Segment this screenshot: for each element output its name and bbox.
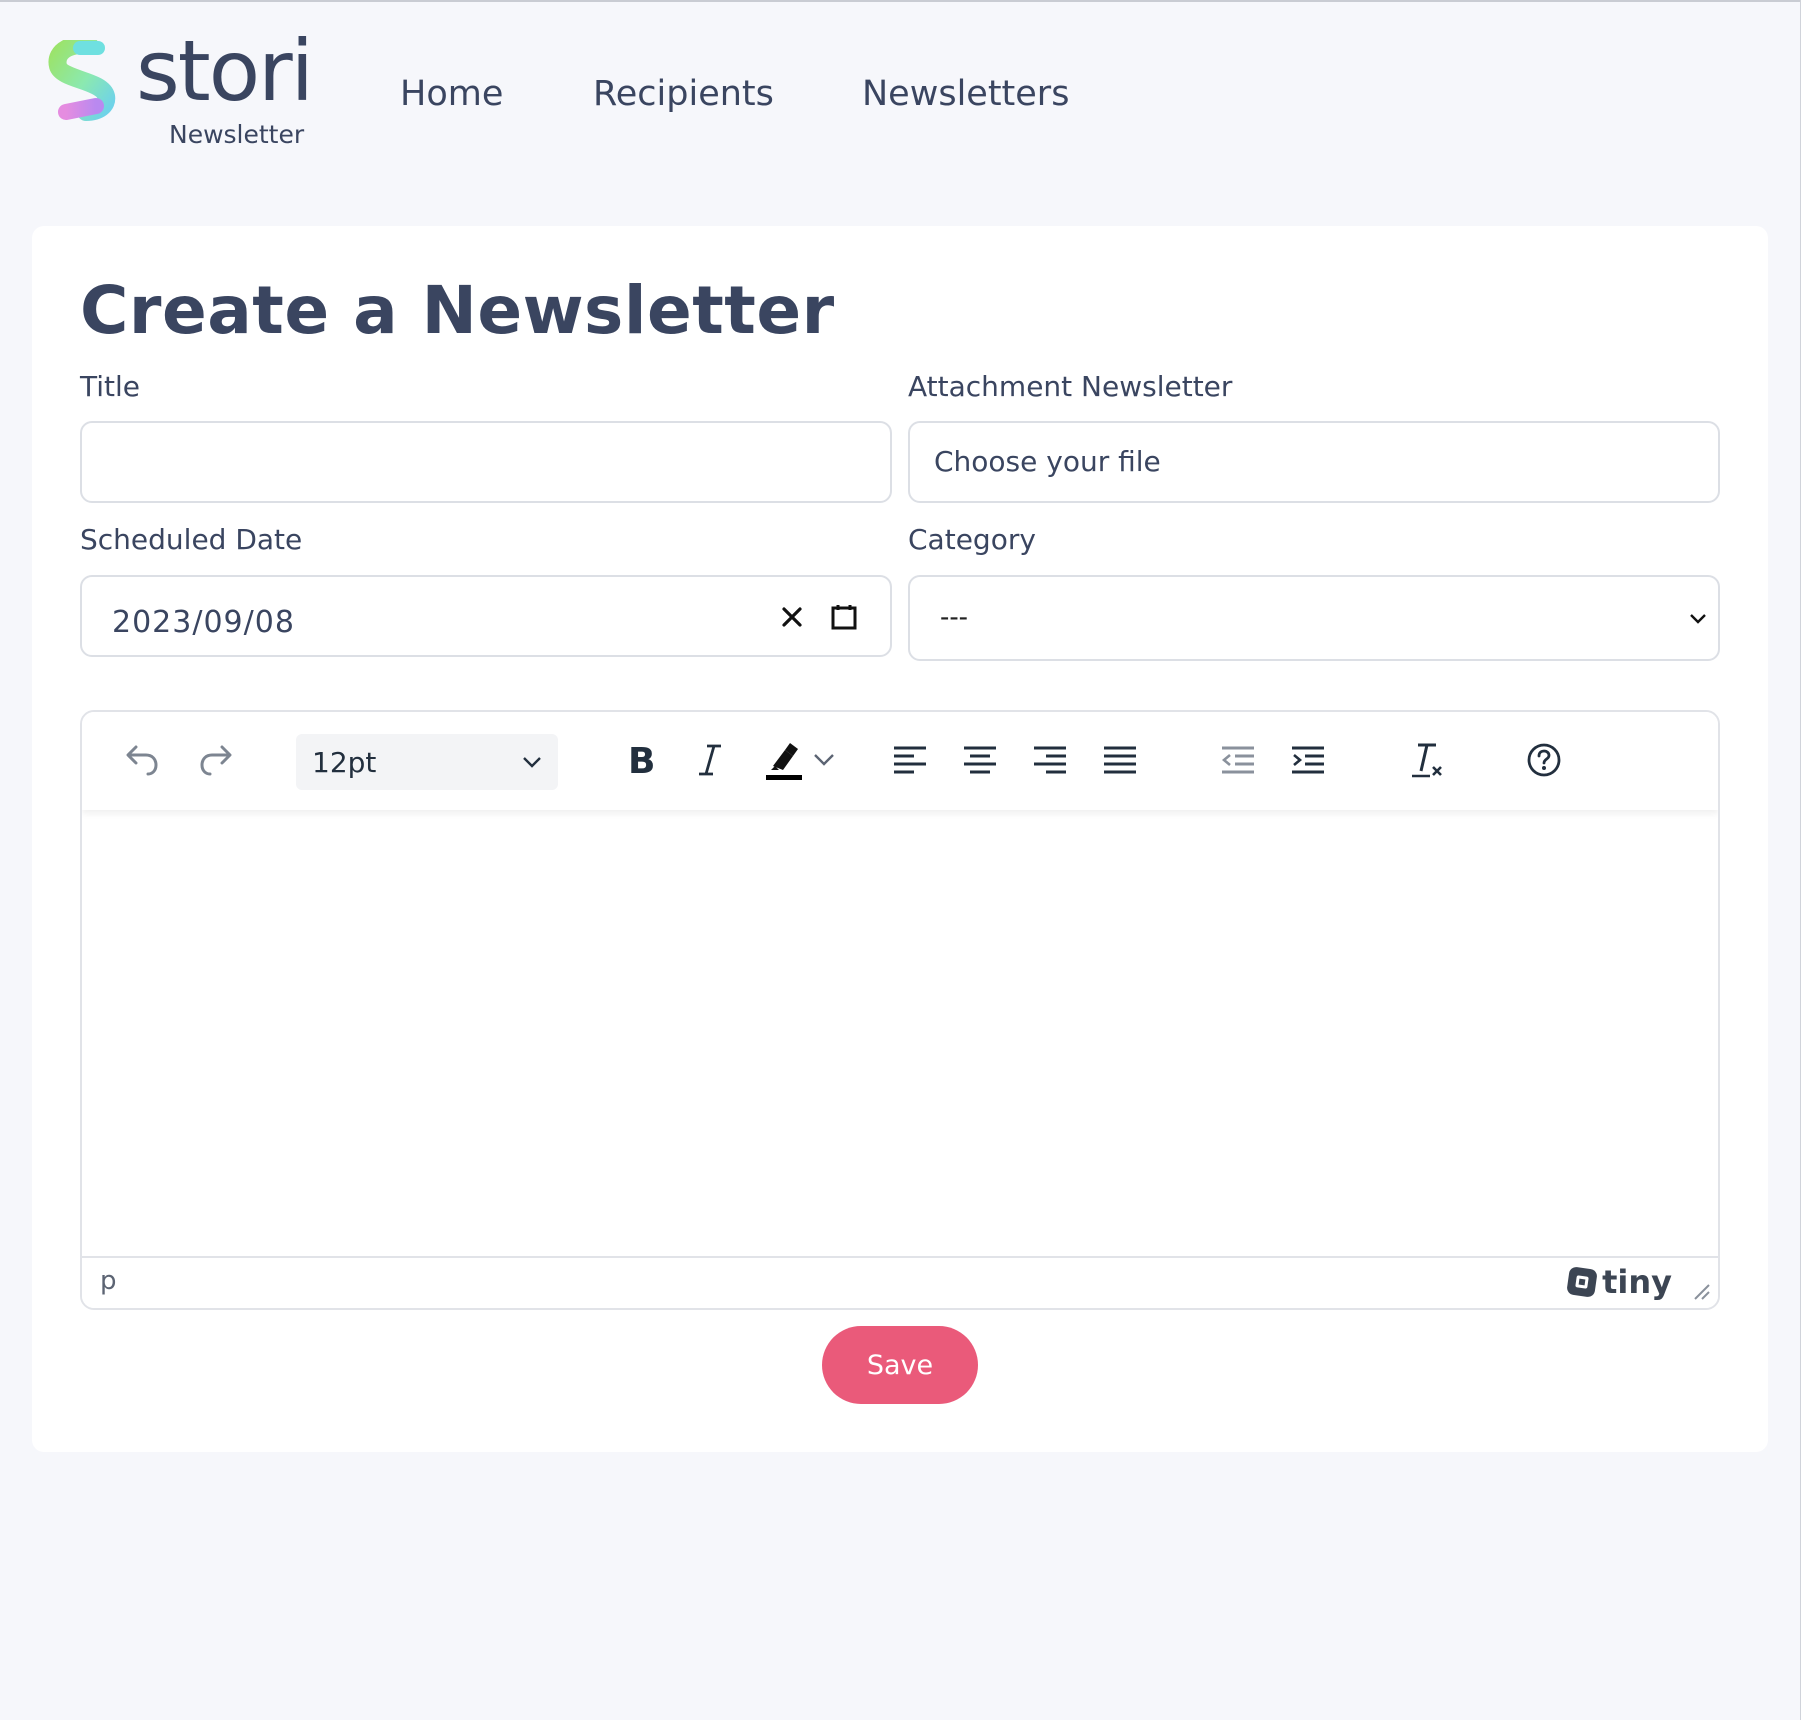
tiny-brand-text: tiny	[1602, 1263, 1672, 1301]
undo-icon[interactable]	[116, 734, 168, 786]
attachment-file-field[interactable]: Choose your file	[908, 421, 1720, 503]
title-field[interactable]	[80, 421, 892, 503]
highlight-color-chevron-icon[interactable]	[806, 734, 842, 786]
font-size-select[interactable]: 12pt	[296, 734, 558, 790]
title-label: Title	[80, 370, 141, 403]
highlight-icon[interactable]	[754, 734, 814, 786]
scheduled-date-value: 2023/09/08	[112, 605, 295, 640]
editor-toolbar: 12pt B	[82, 712, 1718, 810]
brand-subtitle: Newsletter	[169, 120, 305, 149]
italic-icon[interactable]	[684, 734, 736, 786]
nav-home[interactable]: Home	[400, 74, 503, 114]
chevron-down-icon	[1686, 607, 1710, 631]
svg-text:B: B	[628, 743, 655, 777]
help-icon[interactable]	[1518, 734, 1570, 786]
redo-icon[interactable]	[190, 734, 242, 786]
nav-newsletters[interactable]: Newsletters	[862, 74, 1069, 114]
align-center-icon[interactable]	[954, 734, 1006, 786]
stori-logo-icon	[48, 40, 116, 121]
window-right-border	[1800, 0, 1804, 1720]
resize-handle-icon[interactable]	[1692, 1282, 1712, 1302]
header: stori Newsletter Home Recipients Newslet…	[0, 0, 1800, 200]
remove-format-icon[interactable]	[1400, 734, 1452, 786]
brand-name: stori	[136, 22, 314, 120]
element-path[interactable]: p	[100, 1266, 117, 1296]
align-left-icon[interactable]	[884, 734, 936, 786]
outdent-icon[interactable]	[1212, 734, 1264, 786]
tiny-logo-icon	[1567, 1267, 1597, 1297]
attachment-placeholder: Choose your file	[934, 445, 1161, 478]
logo[interactable]: stori Newsletter	[46, 22, 326, 156]
nav-recipients[interactable]: Recipients	[593, 74, 774, 114]
align-justify-icon[interactable]	[1094, 734, 1146, 786]
save-button[interactable]: Save	[822, 1326, 978, 1404]
category-selected-value: ---	[940, 601, 968, 632]
scheduled-date-label: Scheduled Date	[80, 523, 303, 556]
rich-text-editor: 12pt B p tiny	[80, 710, 1720, 1310]
indent-icon[interactable]	[1282, 734, 1334, 786]
category-select[interactable]: ---	[908, 575, 1720, 661]
category-label: Category	[908, 523, 1036, 556]
align-right-icon[interactable]	[1024, 734, 1076, 786]
calendar-icon[interactable]	[824, 597, 864, 637]
bold-icon[interactable]: B	[614, 734, 666, 786]
clear-date-icon[interactable]	[774, 599, 810, 635]
page-title: Create a Newsletter	[80, 272, 835, 349]
title-input[interactable]	[82, 423, 890, 501]
attachment-label: Attachment Newsletter	[908, 370, 1233, 403]
font-size-value: 12pt	[312, 746, 377, 779]
chevron-down-icon	[520, 750, 544, 774]
tiny-branding[interactable]: tiny	[1566, 1262, 1672, 1302]
scheduled-date-field[interactable]: 2023/09/08	[80, 575, 892, 657]
editor-statusbar: p tiny	[82, 1256, 1718, 1308]
